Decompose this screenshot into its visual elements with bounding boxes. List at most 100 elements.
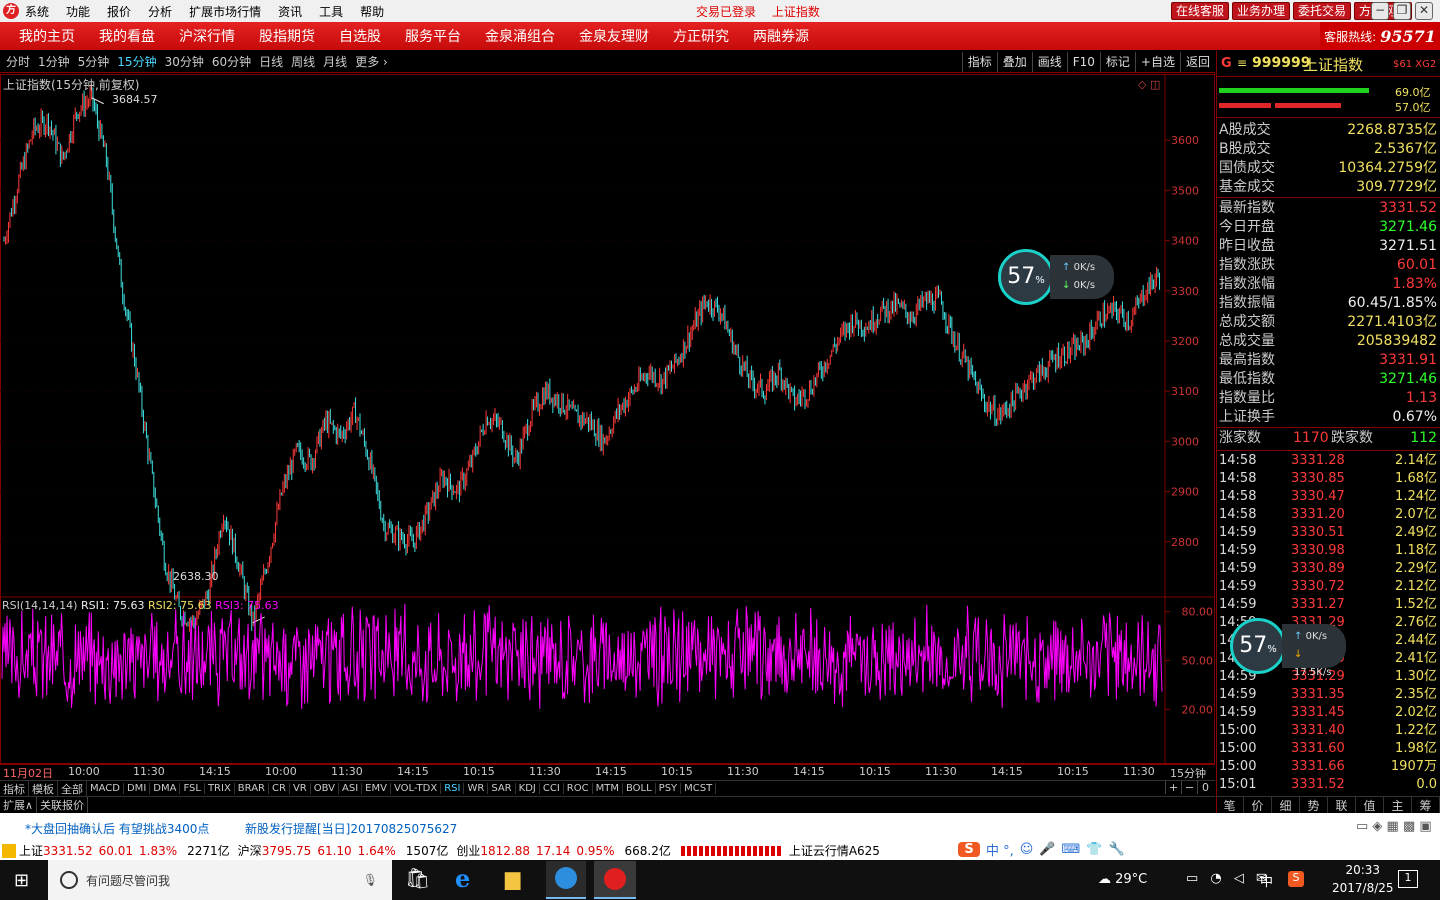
ime-toolbar[interactable]: S 中 °, ☺ 🎤 ⌨ 👕 🔧 — [958, 838, 1164, 860]
indicator-tab[interactable]: WR — [464, 783, 489, 794]
menu-item[interactable]: 系统 — [25, 3, 49, 20]
indicator-tab[interactable]: VR — [290, 783, 311, 794]
restore-icon[interactable]: ❐ — [1393, 2, 1411, 20]
nav-portfolio[interactable]: 金泉涌组合 — [485, 26, 555, 46]
indicator-tab[interactable]: CCI — [540, 783, 564, 794]
indicator-tab[interactable]: ROC — [564, 783, 593, 794]
sogou-icon[interactable]: S — [958, 841, 980, 857]
chart-settings-icon[interactable]: ◇ ◫ — [1138, 78, 1160, 91]
panel-tab[interactable]: 筹 — [1412, 797, 1440, 813]
kline-chart[interactable]: 2800 2900 3000 3100 3200 3300 3400 3500 3600 20.0… — [0, 74, 1215, 764]
expand-tab[interactable]: 扩展∧ — [0, 797, 38, 813]
tool-indicator[interactable]: 指标 — [961, 52, 997, 72]
menu-icon[interactable]: ≡ — [1237, 56, 1247, 70]
menu-item[interactable]: 资讯 — [278, 3, 302, 20]
nav-watchlist[interactable]: 自选股 — [339, 26, 381, 46]
net-speed-widget[interactable]: 57% ↑ 0K/s ↓ 0K/s — [998, 249, 1116, 305]
tray-icons[interactable]: ▭ ◔ ◁ ✉ — [1186, 871, 1271, 886]
cloud-quote[interactable]: 上证云行情A625 — [789, 842, 880, 859]
period-tab[interactable]: 60分钟 — [212, 53, 251, 70]
panel-tab[interactable]: 势 — [1300, 797, 1328, 813]
indicator-tab[interactable]: KDJ — [516, 783, 540, 794]
menu-item[interactable]: 帮助 — [360, 3, 384, 20]
menu-item[interactable]: 工具 — [319, 3, 343, 20]
nav-futures[interactable]: 股指期货 — [259, 26, 315, 46]
indicator-tab[interactable]: RSI — [441, 783, 465, 794]
status-icons[interactable]: ▭ ◈ ▦ ▩ ▣ — [1356, 819, 1432, 834]
notification-icon[interactable]: 1 — [1398, 870, 1418, 888]
tool-add-watch[interactable]: +自选 — [1134, 52, 1180, 72]
store-icon[interactable]: 🛍 — [405, 866, 430, 890]
nav-wealth[interactable]: 金泉友理财 — [579, 26, 649, 46]
tool-draw[interactable]: 画线 — [1031, 52, 1067, 72]
ime-mode-icon[interactable]: 中 °, — [986, 840, 1014, 859]
skin-icon[interactable]: 👕 — [1086, 842, 1102, 857]
news-item[interactable]: *大盘回抽确认后 有望挑战3400点 — [25, 820, 209, 837]
period-tab[interactable]: 周线 — [291, 53, 315, 70]
fangzheng-taskbar-button[interactable] — [594, 861, 636, 899]
menu-item[interactable]: 报价 — [107, 3, 131, 20]
indicator-tab[interactable]: DMA — [150, 783, 181, 794]
zoom-in-icon[interactable]: + — [1165, 781, 1181, 794]
indicator-tab[interactable]: OBV — [311, 783, 339, 794]
period-tab[interactable]: 5分钟 — [78, 53, 110, 70]
menu-item[interactable]: 扩展市场行情 — [189, 3, 261, 20]
zoom-reset[interactable]: 0 — [1197, 781, 1213, 794]
period-tab[interactable]: 日线 — [259, 53, 283, 70]
panel-tab[interactable]: 笔 — [1216, 797, 1244, 813]
kline-svg[interactable]: 2800 2900 3000 3100 3200 3300 3400 3500 3600 20.0… — [0, 74, 1215, 764]
folder-icon[interactable]: ▆ — [505, 866, 520, 890]
net-speed-widget[interactable]: 57% ↑ 0K/s ↓ 17.5K/s — [1230, 618, 1348, 678]
keyboard-icon[interactable]: ⌨ — [1062, 842, 1081, 857]
indicator-tab[interactable]: DMI — [124, 783, 151, 794]
indicator-tab[interactable]: SAR — [488, 783, 516, 794]
business-button[interactable]: 业务办理 — [1231, 2, 1290, 20]
nav-watch[interactable]: 我的看盘 — [99, 26, 155, 46]
indicator-tab[interactable]: FSL — [180, 783, 205, 794]
taskbar-search[interactable]: 有问题尽管问我 🎙 — [48, 860, 392, 900]
nav-margin[interactable]: 两融券源 — [753, 26, 809, 46]
related-quote-tab[interactable]: 关联报价 — [37, 797, 89, 813]
tool-f10[interactable]: F10 — [1066, 52, 1100, 72]
indicator-tab[interactable]: EMV — [362, 783, 391, 794]
ime-indicator[interactable]: 中 — [1260, 871, 1273, 890]
indicator-tab[interactable]: MACD — [87, 783, 124, 794]
menu-item[interactable]: 功能 — [66, 3, 90, 20]
weather[interactable]: ☁ 29°C — [1098, 872, 1147, 887]
indicator-tab[interactable]: VOL-TDX — [391, 783, 442, 794]
indicator-tab[interactable]: 全部 — [58, 780, 87, 797]
indicator-tab[interactable]: TRIX — [205, 783, 235, 794]
mic-icon[interactable]: 🎙 — [363, 873, 378, 887]
nav-home[interactable]: 我的主页 — [19, 26, 75, 46]
nav-research[interactable]: 方正研究 — [673, 26, 729, 46]
login-status-text[interactable]: 交易已登录 — [696, 5, 756, 19]
close-icon[interactable]: ✕ — [1415, 2, 1433, 20]
indicator-tab[interactable]: CR — [269, 783, 290, 794]
panel-tab[interactable]: 价 — [1244, 797, 1272, 813]
trade-button[interactable]: 委托交易 — [1292, 2, 1351, 20]
nav-market[interactable]: 沪深行情 — [179, 26, 235, 46]
tool-mark[interactable]: 标记 — [1099, 52, 1135, 72]
period-tab-active[interactable]: 15分钟 — [117, 53, 156, 70]
tools-icon[interactable]: 🔧 — [1108, 842, 1124, 857]
menu-item[interactable]: 分析 — [148, 3, 172, 20]
indicator-tab[interactable]: PSY — [656, 783, 682, 794]
clock[interactable]: 20:33 2017/8/25 — [1332, 863, 1394, 895]
sogou-tray-icon[interactable]: S — [1288, 871, 1304, 887]
ie-taskbar-button[interactable] — [546, 861, 586, 899]
panel-tab[interactable]: 联 — [1328, 797, 1356, 813]
zoom-out-icon[interactable]: − — [1181, 781, 1197, 794]
mic-icon[interactable]: 🎤 — [1039, 842, 1055, 857]
panel-tab[interactable]: 主 — [1384, 797, 1412, 813]
panel-tab[interactable]: 值 — [1356, 797, 1384, 813]
edge-icon[interactable]: e — [455, 864, 470, 893]
indicator-tab[interactable]: BOLL — [623, 783, 656, 794]
period-tab[interactable]: 分时 — [6, 53, 30, 70]
indicator-tab[interactable]: 指标 — [0, 780, 29, 797]
minimize-icon[interactable]: − — [1371, 2, 1389, 20]
nav-service[interactable]: 服务平台 — [405, 26, 461, 46]
indicator-tab[interactable]: MTM — [593, 783, 623, 794]
emoji-icon[interactable]: ☺ — [1020, 842, 1034, 857]
tool-overlay[interactable]: 叠加 — [996, 52, 1032, 72]
windows-start-icon[interactable]: ⊞ — [14, 870, 29, 891]
